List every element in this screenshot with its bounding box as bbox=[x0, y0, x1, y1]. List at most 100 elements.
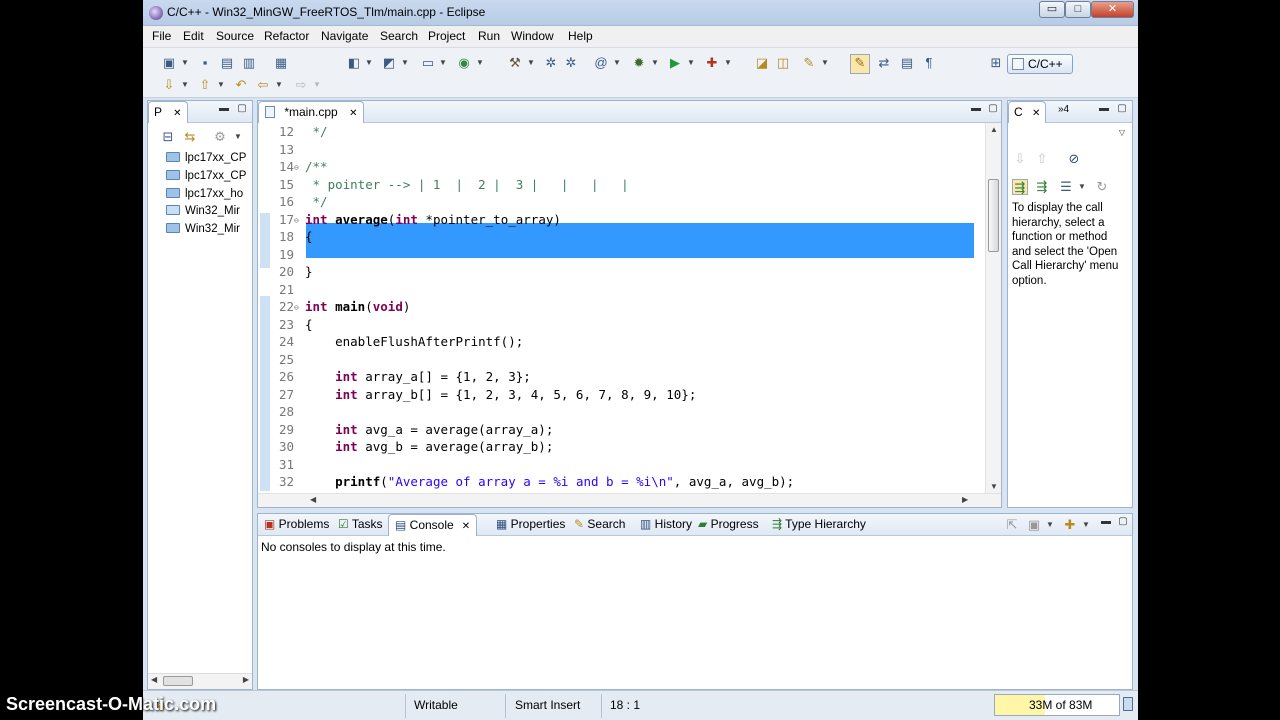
code-line[interactable]: 13 bbox=[270, 141, 975, 159]
open-console-dropdown-icon[interactable]: ▼ bbox=[1082, 517, 1090, 533]
menu-file[interactable]: File bbox=[152, 29, 171, 43]
close-tab-icon[interactable]: ✕ bbox=[349, 108, 357, 119]
last-edit-icon[interactable]: ↶ bbox=[233, 77, 249, 93]
tree-item[interactable]: Win32_Mir bbox=[166, 221, 250, 237]
new-class-dropdown-icon[interactable]: ▼ bbox=[476, 55, 484, 71]
forward-dropdown-icon[interactable]: ▼ bbox=[313, 77, 321, 93]
next-annotation-dropdown-icon[interactable]: ▼ bbox=[181, 77, 189, 93]
scroll-down-icon[interactable]: ▼ bbox=[990, 482, 998, 491]
new-project-icon[interactable]: ◧ bbox=[346, 55, 362, 71]
open-type-icon[interactable]: ◪ bbox=[754, 55, 770, 71]
print-icon[interactable]: ▥ bbox=[241, 55, 257, 71]
toggle-block-icon[interactable]: ⇄ bbox=[876, 55, 892, 71]
prev-annotation-dropdown-icon[interactable]: ▼ bbox=[217, 77, 225, 93]
tree-item[interactable]: Win32_Mir bbox=[166, 203, 250, 219]
scroll-left-icon[interactable]: ◀ bbox=[310, 495, 316, 504]
caller-hierarchy-icon[interactable]: ⇶ bbox=[1012, 179, 1028, 195]
code-line[interactable]: 22⊖ int main(void) bbox=[270, 298, 975, 316]
search-pen-icon[interactable]: ✎ bbox=[801, 55, 817, 71]
scroll-right-icon[interactable]: ▶ bbox=[243, 675, 249, 684]
code-line[interactable]: 24 enableFlushAfterPrintf(); bbox=[270, 333, 975, 351]
back-dropdown-icon[interactable]: ▼ bbox=[275, 77, 283, 93]
editor-vertical-scrollbar[interactable]: ▲ ▼ bbox=[985, 123, 1001, 493]
code-line[interactable]: 25 bbox=[270, 351, 975, 369]
menu-source[interactable]: Source bbox=[216, 29, 254, 43]
code-line[interactable]: 29 int avg_a = average(array_a); bbox=[270, 421, 975, 439]
code-line[interactable]: 21 bbox=[270, 281, 975, 299]
minimize-panel-icon[interactable]: ▬ bbox=[218, 104, 230, 116]
tab-type-hierarchy[interactable]: ⇶ Type Hierarchy bbox=[766, 514, 872, 536]
pin-console-icon[interactable]: ⇱ bbox=[1004, 517, 1020, 533]
forward-icon[interactable]: ⇨ bbox=[293, 77, 309, 93]
display-console-dropdown-icon[interactable]: ▼ bbox=[1046, 517, 1054, 533]
show-whitespace-icon[interactable]: ¶ bbox=[921, 55, 937, 71]
menu-project[interactable]: Project bbox=[428, 29, 465, 43]
new-project-dropdown-icon[interactable]: ▼ bbox=[365, 55, 373, 71]
close-tab-icon[interactable]: ✕ bbox=[1032, 108, 1040, 119]
scroll-right-icon[interactable]: ▶ bbox=[962, 495, 968, 504]
run-gc-trash-icon[interactable] bbox=[1123, 697, 1133, 711]
search-dropdown-icon[interactable]: ▼ bbox=[821, 55, 829, 71]
maximize-panel-icon[interactable]: ▢ bbox=[236, 104, 248, 116]
new-file-icon[interactable]: ▭ bbox=[420, 55, 436, 71]
code-line[interactable]: 23 { bbox=[270, 316, 975, 334]
previous-icon[interactable]: ⇧ bbox=[1034, 151, 1050, 167]
new-folder-icon[interactable]: ◩ bbox=[381, 55, 397, 71]
open-console-icon[interactable]: ✚ bbox=[1062, 517, 1078, 533]
new-dropdown-icon[interactable]: ▼ bbox=[181, 55, 189, 71]
minimize-panel-icon[interactable]: ▬ bbox=[1098, 104, 1110, 116]
callee-hierarchy-icon[interactable]: ⇶ bbox=[1034, 179, 1050, 195]
tab-progress[interactable]: ▰ Progress bbox=[692, 514, 765, 536]
save-icon[interactable]: ▪ bbox=[197, 55, 213, 71]
scroll-up-icon[interactable]: ▲ bbox=[990, 125, 998, 134]
open-folder-icon[interactable]: ◫ bbox=[775, 55, 791, 71]
layout-dropdown-icon[interactable]: ▼ bbox=[1078, 179, 1086, 195]
prev-annotation-icon[interactable]: ⇧ bbox=[197, 77, 213, 93]
debug-bug-icon[interactable]: ✹ bbox=[631, 55, 647, 71]
menu-refactor[interactable]: Refactor bbox=[264, 29, 309, 43]
new-class-icon[interactable]: ◉ bbox=[456, 55, 472, 71]
tab-search[interactable]: ✎ Search bbox=[568, 514, 631, 536]
cancel-search-icon[interactable]: ⊘ bbox=[1066, 151, 1082, 167]
run-icon[interactable]: ▶ bbox=[667, 55, 683, 71]
debug-dropdown-icon[interactable]: ▼ bbox=[651, 55, 659, 71]
next-annotation-icon[interactable]: ⇩ bbox=[161, 77, 177, 93]
fold-toggle-icon[interactable]: ⊖ bbox=[294, 159, 305, 177]
maximize-panel-icon[interactable]: ▢ bbox=[1117, 517, 1129, 529]
view-menu-icon[interactable]: ⚙ bbox=[212, 129, 228, 145]
fold-toggle-icon[interactable]: ⊖ bbox=[294, 212, 305, 230]
scroll-left-icon[interactable]: ◀ bbox=[151, 675, 157, 684]
external-tools-dropdown-icon[interactable]: ▼ bbox=[724, 55, 732, 71]
code-line[interactable]: 20} bbox=[270, 263, 975, 281]
code-line[interactable]: 28 bbox=[270, 403, 975, 421]
build-hammer-icon[interactable]: ⚒ bbox=[507, 55, 523, 71]
editor-horizontal-scrollbar[interactable]: ◀ ▶ bbox=[258, 493, 1001, 507]
close-tab-icon[interactable]: ✕ bbox=[462, 521, 470, 532]
maximize-panel-icon[interactable]: ▢ bbox=[1116, 104, 1128, 116]
scroll-thumb[interactable] bbox=[988, 179, 999, 252]
menu-run[interactable]: Run bbox=[478, 29, 500, 43]
refresh-icon[interactable]: ✲ bbox=[563, 55, 579, 71]
menu-edit[interactable]: Edit bbox=[183, 29, 204, 43]
mark-occurrences-icon[interactable]: ✎ bbox=[850, 54, 870, 74]
view-menu-dropdown-icon[interactable]: ▽ bbox=[1118, 125, 1126, 141]
tab-main-cpp[interactable]: *main.cpp ✕ bbox=[258, 101, 365, 123]
run-dropdown-icon[interactable]: ▼ bbox=[687, 55, 695, 71]
next-icon[interactable]: ⇩ bbox=[1012, 151, 1028, 167]
code-line[interactable]: 30 int avg_b = average(array_b); bbox=[270, 438, 975, 456]
build-all-icon[interactable]: ✲ bbox=[543, 55, 559, 71]
tab-console[interactable]: ▤ Console ✕ bbox=[388, 514, 478, 536]
perspective-cpp-button[interactable]: C/C++ bbox=[1007, 54, 1073, 74]
new-icon[interactable]: ▣ bbox=[161, 55, 177, 71]
minimize-button[interactable]: ▭ bbox=[1039, 1, 1065, 18]
code-line[interactable]: 17⊖ int average(int *pointer_to_array) bbox=[270, 211, 975, 229]
save-all-icon[interactable]: ▤ bbox=[219, 55, 235, 71]
refresh-icon[interactable]: ↻ bbox=[1094, 179, 1110, 195]
fold-toggle-icon[interactable]: ⊖ bbox=[294, 299, 305, 317]
view-overflow-button[interactable]: »4 bbox=[1058, 104, 1069, 115]
back-icon[interactable]: ⇦ bbox=[255, 77, 271, 93]
tree-item[interactable]: lpc17xx_ho bbox=[166, 186, 250, 202]
at-sign-icon[interactable]: @ bbox=[593, 55, 609, 71]
new-folder-dropdown-icon[interactable]: ▼ bbox=[401, 55, 409, 71]
minimize-panel-icon[interactable]: ▬ bbox=[1100, 517, 1112, 529]
